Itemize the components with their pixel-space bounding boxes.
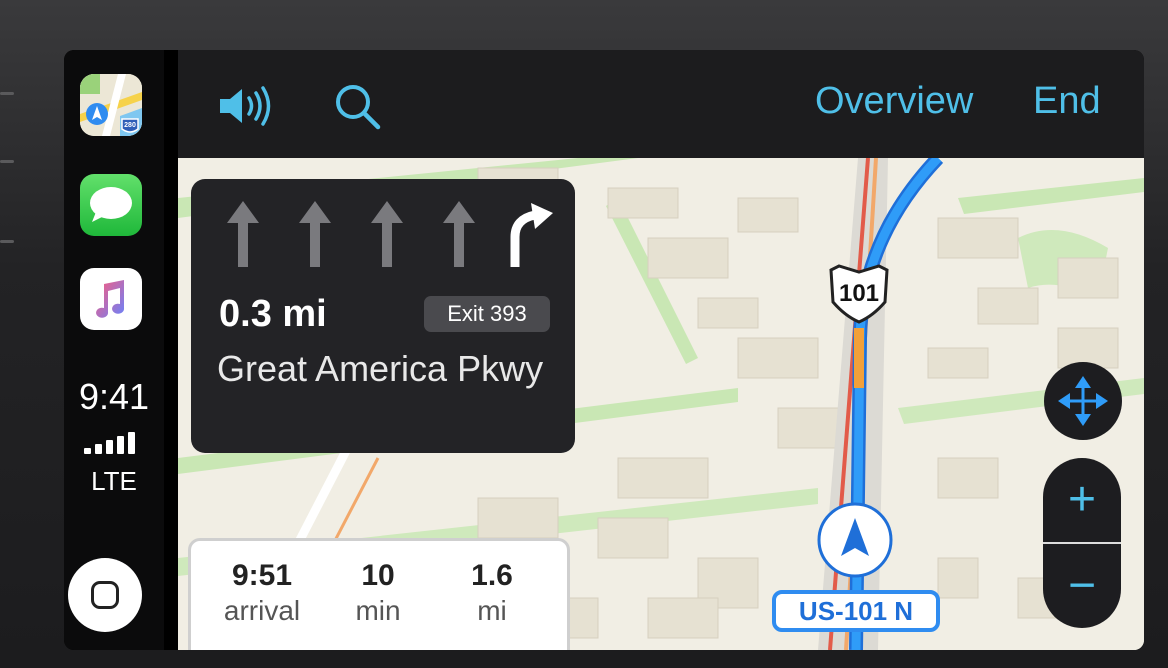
- search-button[interactable]: [332, 82, 386, 137]
- arrival-value: 9:51: [231, 559, 293, 592]
- route-shield: 101: [827, 264, 891, 326]
- exit-badge: Exit 393: [424, 296, 550, 332]
- bezel-notch: [0, 240, 14, 243]
- right-turn-arrow-icon: [510, 203, 553, 267]
- signal-strength-icon: [84, 432, 140, 454]
- volume-button[interactable]: [216, 84, 276, 133]
- end-button[interactable]: End: [1033, 80, 1101, 123]
- maps-badge-text: 280: [124, 122, 136, 129]
- carplay-sidebar: 280 9:41 LTE: [64, 50, 164, 650]
- zoom-out-button[interactable]: −: [1043, 544, 1121, 628]
- eta-distance: 1.6 mi: [437, 559, 547, 627]
- straight-arrow-icon: [371, 201, 403, 267]
- eta-minutes: 10 min: [323, 559, 433, 627]
- home-button[interactable]: [68, 558, 142, 632]
- bezel-notch: [0, 92, 14, 95]
- remaining-distance-value: 1.6: [471, 559, 513, 592]
- remaining-distance-label: mi: [477, 595, 507, 626]
- network-type: LTE: [91, 466, 137, 496]
- current-location-puck: [817, 502, 893, 578]
- move-arrows-icon: [1058, 376, 1108, 426]
- home-icon: [91, 581, 119, 609]
- minutes-label: min: [355, 595, 401, 626]
- minutes-value: 10: [361, 559, 395, 592]
- bezel-notch: [0, 160, 14, 163]
- straight-arrow-icon: [443, 201, 475, 267]
- overview-button[interactable]: Overview: [815, 80, 973, 123]
- current-road-badge: US-101 N: [772, 590, 940, 632]
- trip-eta-panel[interactable]: 9:51 arrival 10 min 1.6 mi: [188, 538, 570, 650]
- carplay-screen: 280 9:41 LTE Overview End 101 US-101 N +…: [64, 50, 1144, 650]
- messages-app-icon[interactable]: [80, 174, 142, 236]
- maps-app-icon[interactable]: 280: [80, 74, 142, 136]
- status-time: 9:41: [78, 376, 150, 417]
- route-shield-number: 101: [838, 280, 880, 307]
- arrival-label: arrival: [223, 595, 301, 626]
- eta-arrival: 9:51 arrival: [207, 559, 317, 627]
- turn-guidance-card: 0.3 mi Exit 393 Great America Pkwy: [191, 179, 575, 453]
- pan-button[interactable]: [1044, 362, 1122, 440]
- street-name: Great America Pkwy: [217, 348, 544, 389]
- zoom-in-button[interactable]: +: [1043, 458, 1121, 542]
- straight-arrow-icon: [299, 201, 331, 267]
- straight-arrow-icon: [227, 201, 259, 267]
- magnifier-icon: [336, 85, 381, 130]
- music-app-icon[interactable]: [80, 268, 142, 330]
- zoom-control: + −: [1043, 458, 1121, 628]
- navigation-top-bar: Overview End: [178, 50, 1144, 158]
- speaker-wave-icon: [220, 86, 271, 126]
- lane-guidance: [227, 201, 553, 267]
- maneuver-distance: 0.3 mi: [219, 293, 327, 335]
